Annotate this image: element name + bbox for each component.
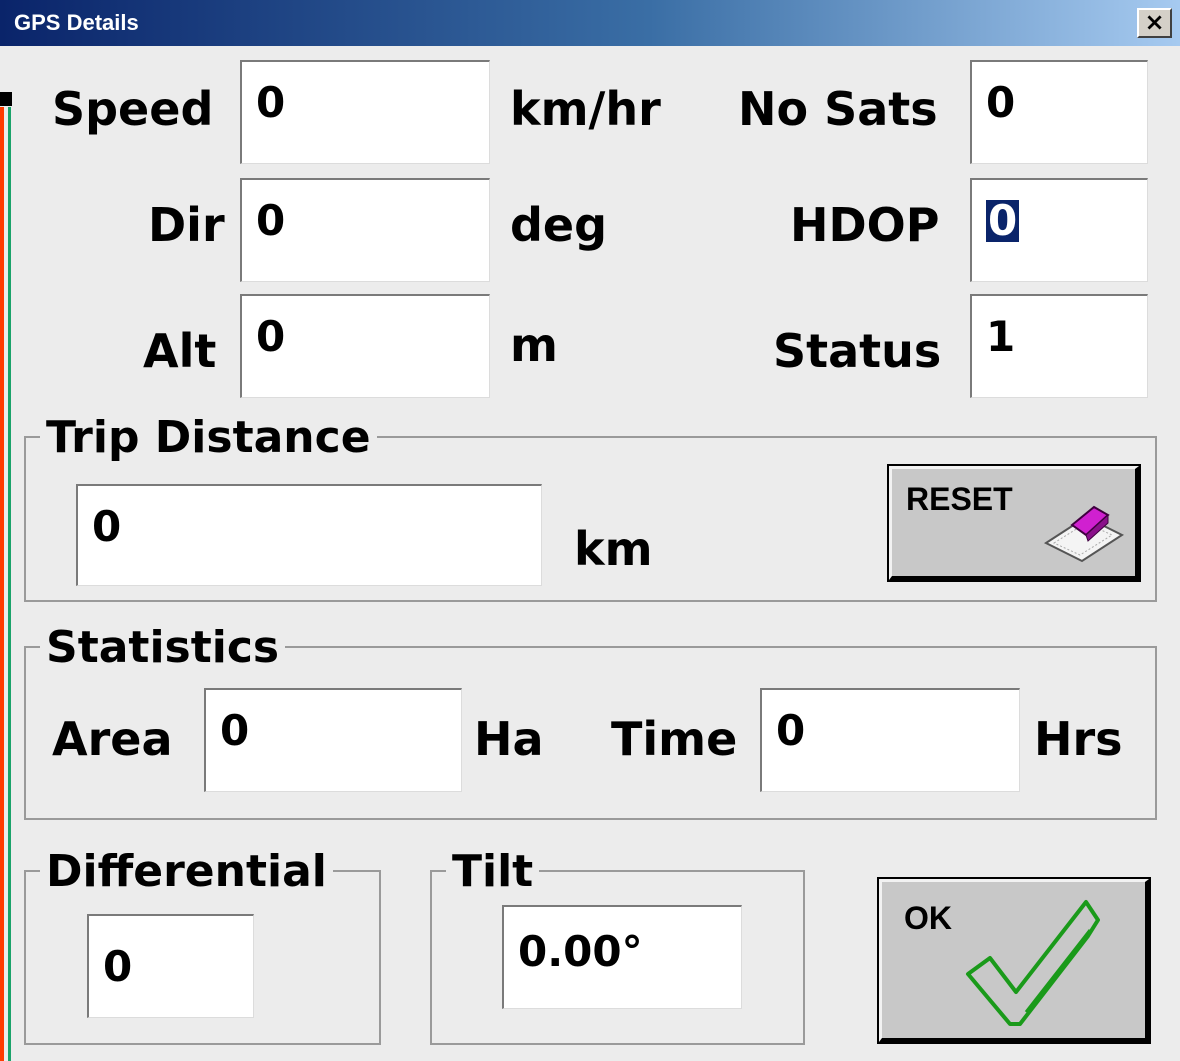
alt-field[interactable]: 0 bbox=[240, 294, 490, 398]
dir-label: Dir bbox=[148, 198, 225, 252]
left-window-edge bbox=[0, 107, 11, 1061]
status-label: Status bbox=[773, 324, 942, 378]
tilt-field[interactable]: 0.00° bbox=[502, 905, 742, 1009]
no-sats-label: No Sats bbox=[738, 82, 938, 136]
window-edge-cap bbox=[0, 92, 12, 106]
speed-unit: km/hr bbox=[510, 82, 661, 136]
ok-button[interactable]: OK bbox=[877, 877, 1151, 1044]
trip-distance-field[interactable]: 0 bbox=[76, 484, 542, 586]
trip-distance-unit: km bbox=[574, 522, 653, 576]
time-field[interactable]: 0 bbox=[760, 688, 1020, 792]
time-unit: Hrs bbox=[1034, 712, 1123, 766]
hdop-selected-text: 0 bbox=[986, 196, 1020, 245]
differential-title: Differential bbox=[40, 850, 333, 894]
ok-label: OK bbox=[904, 900, 952, 936]
area-unit: Ha bbox=[474, 712, 544, 766]
statistics-title: Statistics bbox=[40, 626, 286, 670]
checkmark-icon bbox=[966, 900, 1100, 1026]
close-button[interactable]: × bbox=[1137, 8, 1172, 38]
close-icon: × bbox=[1144, 8, 1165, 36]
speed-field[interactable]: 0 bbox=[240, 60, 490, 164]
window-title: GPS Details bbox=[14, 10, 139, 35]
dir-field[interactable]: 0 bbox=[240, 178, 490, 282]
eraser-icon bbox=[1043, 505, 1125, 563]
reset-label: RESET bbox=[906, 481, 1013, 517]
alt-label: Alt bbox=[143, 324, 217, 378]
no-sats-field[interactable]: 0 bbox=[970, 60, 1148, 164]
time-label: Time bbox=[611, 712, 738, 766]
hdop-label: HDOP bbox=[790, 198, 940, 252]
area-field[interactable]: 0 bbox=[204, 688, 462, 792]
tilt-title: Tilt bbox=[446, 850, 540, 894]
trip-distance-title: Trip Distance bbox=[40, 416, 377, 460]
dir-unit: deg bbox=[510, 198, 608, 252]
differential-field[interactable]: 0 bbox=[87, 914, 254, 1018]
speed-label: Speed bbox=[52, 82, 214, 136]
area-label: Area bbox=[52, 712, 173, 766]
alt-unit: m bbox=[510, 318, 558, 372]
reset-button[interactable]: RESET bbox=[887, 464, 1141, 582]
hdop-field[interactable]: 0 bbox=[970, 178, 1148, 282]
title-bar[interactable]: GPS Details × bbox=[0, 0, 1180, 46]
status-field[interactable]: 1 bbox=[970, 294, 1148, 398]
